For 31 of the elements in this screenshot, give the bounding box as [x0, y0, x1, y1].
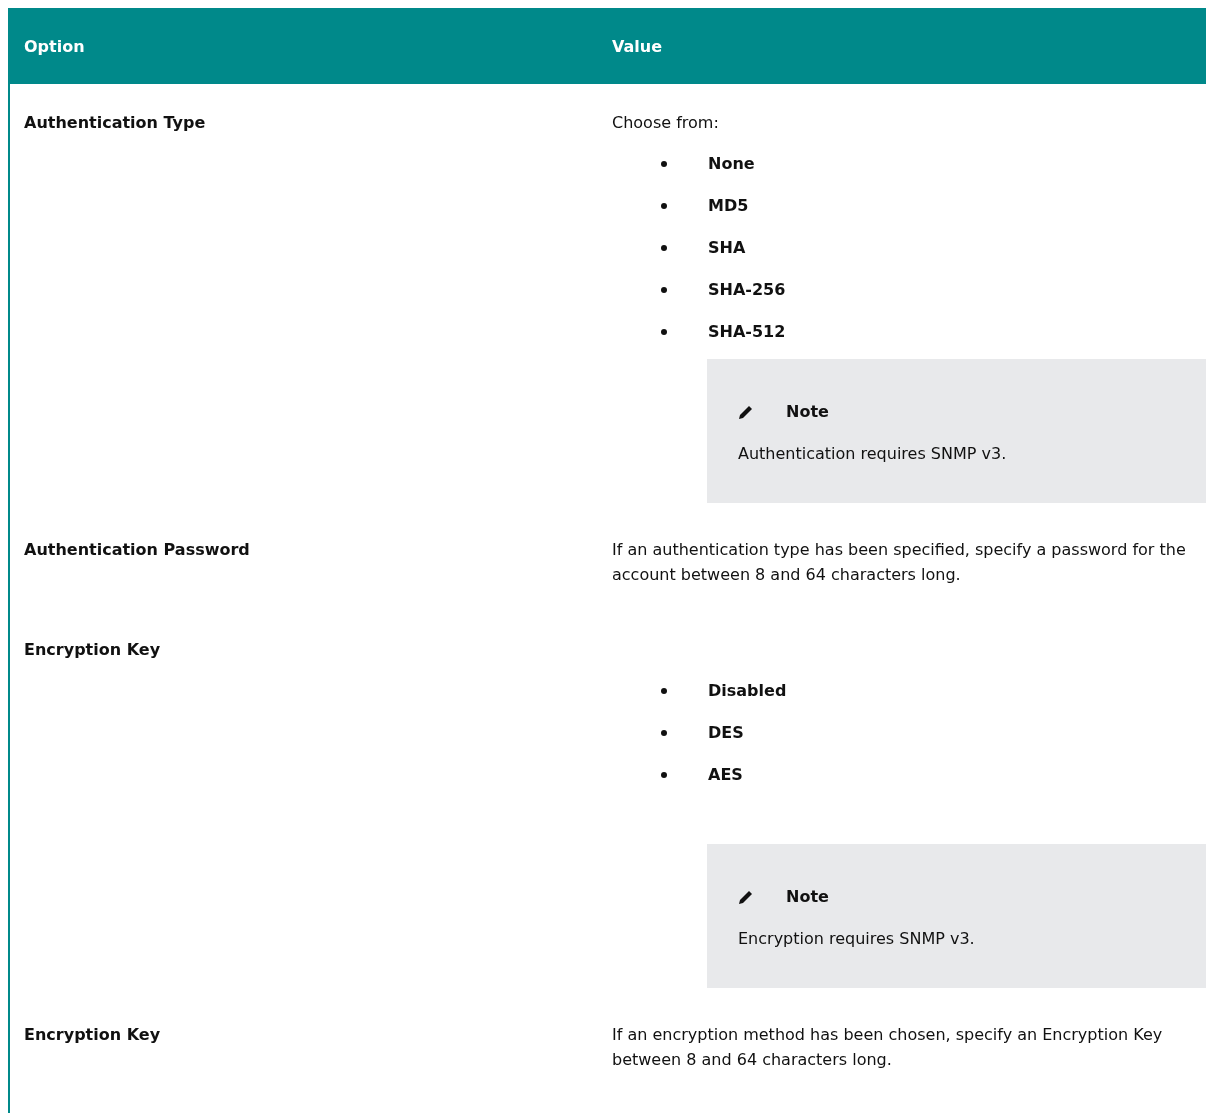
option-value: SHA-256 — [708, 279, 786, 301]
option-name: Encryption Key — [24, 1025, 161, 1044]
bullet-icon — [661, 160, 667, 167]
column-header: Value — [612, 36, 663, 56]
bullet-icon — [661, 771, 667, 778]
bullet-icon — [661, 202, 667, 209]
bullet-icon — [661, 244, 667, 251]
description-text: If an authentication type has been specified, specify a password for the account between 8 and 64 characters long. — [612, 539, 1187, 586]
option-value: AES — [708, 764, 743, 786]
bullet-icon — [661, 687, 667, 694]
note-text: Encryption requires SNMP v3. — [738, 928, 976, 950]
option-name: Authentication Password — [24, 540, 250, 559]
bullet-icon — [661, 328, 667, 335]
option-value: MD5 — [708, 195, 749, 217]
description-text: If an encryption method has been chosen, specify an Encryption Key between 8 and 64 characters long. — [612, 1024, 1164, 1071]
note-text: Authentication requires SNMP v3. — [738, 443, 1008, 465]
option-name: Encryption Key — [24, 640, 161, 659]
option-value: Disabled — [708, 680, 787, 702]
note-title: Note — [786, 886, 829, 908]
pencil-icon — [738, 403, 754, 420]
option-value: DES — [708, 722, 744, 744]
option-value: SHA-512 — [708, 321, 786, 343]
bullet-icon — [661, 729, 667, 736]
option-value: SHA — [708, 237, 746, 259]
pencil-icon — [738, 888, 754, 905]
column-header: Option — [24, 36, 85, 56]
bullet-icon — [661, 286, 667, 293]
option-name: Authentication Type — [24, 113, 206, 132]
option-value: None — [708, 153, 755, 175]
note-title: Note — [786, 401, 829, 423]
intro-text: Choose from: — [612, 112, 720, 134]
